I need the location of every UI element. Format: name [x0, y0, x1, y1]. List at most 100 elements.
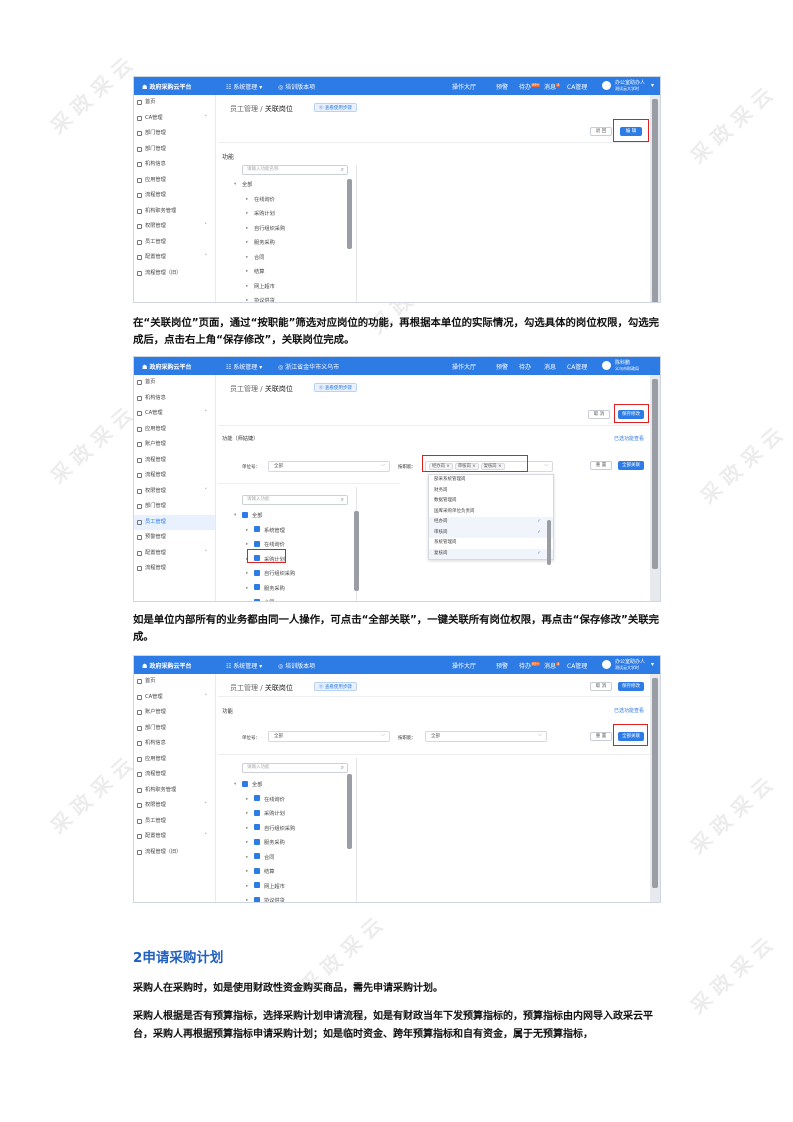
- ca-link[interactable]: CA管理: [567, 661, 587, 670]
- dropdown-option[interactable]: 数据管理岗: [429, 496, 553, 507]
- caret-right-icon[interactable]: ▸: [246, 524, 248, 539]
- sidebar-item[interactable]: CA管理 ˅: [134, 690, 215, 706]
- link-all-button[interactable]: 全部关联: [618, 461, 644, 470]
- sidebar-item[interactable]: 首页: [134, 674, 215, 690]
- caret-right-icon[interactable]: ▸: [246, 582, 248, 597]
- page-scrollbar[interactable]: [650, 375, 660, 601]
- caret-right-icon[interactable]: ▸: [246, 894, 248, 902]
- chevron-icon[interactable]: ˅: [205, 798, 208, 814]
- page-scrollbar[interactable]: [650, 95, 660, 302]
- scrollbar[interactable]: [347, 774, 352, 849]
- tree-node[interactable]: ▾ 全部: [234, 778, 295, 793]
- tree-node[interactable]: ▸ 采购计划: [242, 807, 295, 822]
- caret-down-icon[interactable]: ▾: [234, 778, 236, 793]
- tree-node[interactable]: ▸ 服务采购: [242, 582, 295, 597]
- sidebar-item[interactable]: 应用管理: [134, 422, 215, 438]
- chevron-down-icon[interactable]: ▾: [651, 82, 654, 89]
- location-selector[interactable]: ◎ 培训版本项: [278, 82, 315, 91]
- checkbox[interactable]: [242, 780, 248, 787]
- tree-node[interactable]: ▸ 自行组织采购: [242, 222, 285, 237]
- checkbox[interactable]: [254, 824, 260, 830]
- duty-dropdown[interactable]: 部采系统管理岗 财务岗 数据管理岗 国库采购单位负责岗 经办岗 ✓ 审核岗 ✓ 系统管理岗 复核岗…: [428, 474, 554, 560]
- checkbox[interactable]: [254, 795, 260, 801]
- tree-node[interactable]: ▾ 全部: [234, 178, 285, 193]
- warning-link[interactable]: 预警: [496, 82, 508, 91]
- dropdown-option[interactable]: 审核岗 ✓: [429, 527, 553, 538]
- caret-right-icon[interactable]: ▸: [246, 265, 248, 280]
- cancel-button[interactable]: 取 消: [590, 682, 612, 691]
- tree-node[interactable]: ▸ 合同: [242, 596, 295, 601]
- unit-select[interactable]: 全部: [268, 731, 390, 742]
- system-menu[interactable]: ☷ 系统管理 ▾: [226, 82, 262, 91]
- selected-functions-link[interactable]: 已选功能查看: [614, 707, 644, 714]
- dropdown-option[interactable]: 复核岗 ✓: [429, 548, 553, 559]
- sidebar-item[interactable]: 流程管理: [134, 453, 215, 469]
- sidebar-item[interactable]: 机构信息: [134, 391, 215, 407]
- tree-node[interactable]: ▸ 协议供货: [242, 894, 295, 902]
- sidebar-item[interactable]: 配置管理 ˅: [134, 829, 215, 845]
- sidebar-item[interactable]: 机构职务管理: [134, 204, 215, 220]
- tree-node[interactable]: ▸ 协议供货: [242, 294, 285, 302]
- checkbox[interactable]: [254, 838, 260, 845]
- sidebar-item[interactable]: 部门管理: [134, 126, 215, 142]
- selected-functions-link[interactable]: 已选功能查看: [614, 435, 644, 442]
- ca-link[interactable]: CA管理: [567, 82, 587, 91]
- tree-node[interactable]: ▸ 网上超市: [242, 880, 295, 895]
- chevron-down-icon[interactable]: ▾: [651, 661, 654, 668]
- checkbox[interactable]: [254, 540, 260, 547]
- view-steps-tag[interactable]: ⓪ 查看使用步骤: [314, 383, 357, 392]
- tree-node[interactable]: ▸ 在线询价: [242, 793, 295, 808]
- caret-right-icon[interactable]: ▸: [246, 836, 248, 851]
- chevron-icon[interactable]: ˅: [205, 690, 208, 706]
- caret-right-icon[interactable]: ▸: [246, 222, 248, 237]
- checkbox[interactable]: [254, 569, 260, 576]
- message-link[interactable]: 消息: [544, 362, 556, 371]
- chevron-icon[interactable]: ˅: [205, 829, 208, 845]
- dropdown-option[interactable]: 部采系统管理岗: [429, 475, 553, 486]
- caret-down-icon[interactable]: ▾: [234, 178, 236, 193]
- sidebar-item[interactable]: 部门管理: [134, 142, 215, 158]
- sidebar-item[interactable]: 权限管理 ˅: [134, 798, 215, 814]
- dropdown-scrollbar[interactable]: [547, 520, 551, 565]
- caret-right-icon[interactable]: ▸: [246, 880, 248, 895]
- avatar[interactable]: [602, 361, 611, 370]
- chevron-icon[interactable]: ˅: [205, 219, 208, 235]
- sidebar-item[interactable]: 账户管理: [134, 437, 215, 453]
- tree-node[interactable]: ▸ 合同: [242, 851, 295, 866]
- caret-right-icon[interactable]: ▸: [246, 207, 248, 222]
- save-button[interactable]: 保存修改: [618, 682, 644, 691]
- chevron-icon[interactable]: ˄: [205, 406, 208, 422]
- scrollbar[interactable]: [354, 511, 359, 591]
- todo-link[interactable]: 待办99+: [519, 82, 541, 91]
- checkbox[interactable]: [254, 853, 260, 859]
- checkbox[interactable]: [254, 526, 260, 532]
- sidebar-item[interactable]: 应用管理: [134, 752, 215, 768]
- tree-node[interactable]: ▸ 自行组织采购: [242, 567, 295, 582]
- system-menu[interactable]: ☷ 系统管理 ▾: [226, 661, 262, 670]
- sidebar-item[interactable]: 部门管理: [134, 721, 215, 737]
- chevron-icon[interactable]: ˅: [205, 250, 208, 266]
- caret-right-icon[interactable]: ▸: [246, 236, 248, 251]
- tree-node[interactable]: ▸ 系统管理: [242, 524, 295, 539]
- workbench-link[interactable]: 操作大厅: [452, 362, 476, 371]
- reset-button[interactable]: 重 置: [590, 461, 612, 470]
- sidebar-item[interactable]: 流程管理: [134, 561, 215, 577]
- todo-link[interactable]: 待办: [519, 362, 531, 371]
- checkbox[interactable]: [254, 882, 260, 888]
- sidebar-item[interactable]: 机构信息: [134, 157, 215, 173]
- location-selector[interactable]: ◎ 培训版本项: [278, 661, 315, 670]
- sidebar-item[interactable]: 首页: [134, 375, 215, 391]
- sidebar-item[interactable]: 流程管理: [134, 188, 215, 204]
- checkbox[interactable]: [254, 867, 260, 874]
- caret-right-icon[interactable]: ▸: [246, 193, 248, 208]
- sidebar-item[interactable]: 流程管理: [134, 468, 215, 484]
- sidebar-item[interactable]: 配置管理 ˅: [134, 250, 215, 266]
- tree-node[interactable]: ▸ 采购计划: [242, 207, 285, 222]
- system-menu[interactable]: ☷ 系统管理 ▾: [226, 362, 262, 371]
- location-selector[interactable]: ◎ 浙江省金华市义乌市: [278, 362, 339, 371]
- tree-node[interactable]: ▸ 服务采购: [242, 236, 285, 251]
- sidebar-item[interactable]: 机构信息: [134, 736, 215, 752]
- reset-button[interactable]: 重 置: [590, 732, 612, 741]
- chevron-icon[interactable]: ˅: [205, 111, 208, 127]
- sidebar-item[interactable]: CA管理 ˅: [134, 111, 215, 127]
